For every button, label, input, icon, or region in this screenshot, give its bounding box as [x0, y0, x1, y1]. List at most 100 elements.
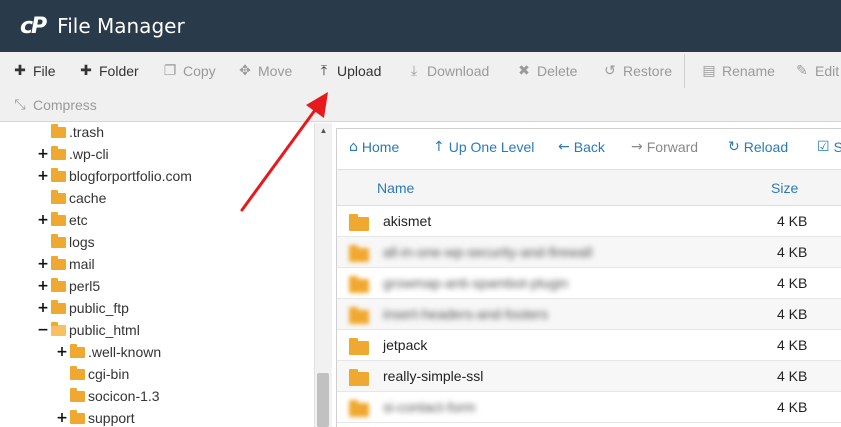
toolbar-separator: [684, 54, 685, 88]
file-size: 4 KB: [777, 306, 808, 322]
collapse-icon[interactable]: −: [37, 322, 49, 338]
delete-button[interactable]: ✖ Delete: [516, 54, 577, 88]
upload-button[interactable]: ⤒ Upload: [316, 54, 381, 88]
compress-icon: ⤡: [14, 97, 26, 113]
expand-icon[interactable]: +: [56, 410, 68, 426]
table-row[interactable]: growmap-anti-spambot-plugin 4 KB: [337, 268, 841, 299]
file-icon: ▤: [702, 63, 716, 79]
expand-icon[interactable]: +: [37, 212, 49, 228]
pencil-icon: ✎: [796, 63, 808, 79]
file-size: 4 KB: [777, 368, 808, 384]
edit-button[interactable]: ✎ Edit: [794, 54, 839, 88]
folder-icon: [349, 369, 369, 386]
tree-item-socicon[interactable]: socicon-1.3: [56, 385, 160, 407]
tree-item-perl5[interactable]: + perl5: [37, 275, 100, 297]
folder-icon: [349, 214, 369, 231]
name-column-header[interactable]: Name: [377, 170, 414, 206]
scroll-thumb[interactable]: [317, 373, 329, 427]
rename-button[interactable]: ▤ Rename: [701, 54, 775, 88]
copy-button[interactable]: ❐ Copy: [162, 54, 216, 88]
file-name: akismet: [383, 213, 432, 229]
tree-item-label: .trash: [69, 124, 105, 140]
reload-button[interactable]: ↻ Reload: [728, 129, 788, 165]
table-row[interactable]: si-contact-form 4 KB: [337, 392, 841, 423]
new-file-button[interactable]: ✚ File: [12, 54, 55, 88]
tree-item-etc[interactable]: + etc: [37, 209, 88, 231]
expand-icon[interactable]: +: [37, 146, 49, 162]
table-header: Name Size: [337, 170, 841, 206]
tree-item-well-known[interactable]: + .well-known: [56, 341, 161, 363]
forward-button[interactable]: → Forward: [631, 129, 698, 165]
tree-item-label: support: [88, 410, 135, 426]
folder-icon: [70, 387, 85, 402]
tree-item-cgi-bin[interactable]: cgi-bin: [56, 363, 129, 385]
plus-icon: ✚: [80, 63, 92, 79]
expand-icon[interactable]: +: [37, 300, 49, 316]
restore-button[interactable]: ↺ Restore: [602, 54, 672, 88]
folder-icon: [70, 409, 85, 424]
tree-item-public-html[interactable]: − public_html: [37, 319, 140, 341]
undo-icon: ↺: [604, 63, 616, 79]
download-button[interactable]: ⤓ Download: [406, 54, 489, 88]
folder-icon: [51, 277, 66, 292]
up-one-level-label: Up One Level: [448, 139, 535, 155]
copy-label: Copy: [183, 63, 216, 79]
back-button[interactable]: ← Back: [558, 129, 605, 165]
folder-icon: [349, 245, 369, 262]
folder-icon: [51, 211, 66, 226]
app-title: File Manager: [57, 14, 185, 38]
table-row[interactable]: akismet 4 KB: [337, 206, 841, 237]
tree-item-logs[interactable]: logs: [37, 231, 95, 253]
tree-item-blogforportfolio[interactable]: + blogforportfolio.com: [37, 165, 192, 187]
new-folder-button[interactable]: ✚ Folder: [78, 54, 139, 88]
tree-item-trash[interactable]: .trash: [37, 123, 104, 143]
tree-item-wp-cli[interactable]: + .wp-cli: [37, 143, 109, 165]
edit-label: Edit: [815, 63, 840, 79]
tree-item-label: cache: [69, 190, 107, 206]
file-size: 4 KB: [777, 337, 808, 353]
toolbar: ✚ File ✚ Folder ❐ Copy ✥ Move ⤒ Upload ⤓…: [0, 52, 841, 122]
tree-item-support[interactable]: + support: [56, 407, 135, 427]
folder-icon: [349, 307, 369, 324]
compress-button[interactable]: ⤡ Compress: [12, 88, 97, 122]
expand-icon[interactable]: +: [37, 278, 49, 294]
select-all-button[interactable]: ☑ S: [817, 129, 841, 165]
move-icon: ✥: [239, 63, 251, 79]
table-row[interactable]: jetpack 4 KB: [337, 330, 841, 361]
folder-icon: [51, 299, 66, 314]
home-button[interactable]: ⌂ Home: [349, 129, 399, 165]
nav-bar: ⌂ Home ↑ Up One Level ← Back → Forward ↻…: [337, 129, 841, 165]
download-icon: ⤓: [410, 63, 418, 79]
cpanel-logo[interactable]: cP: [20, 14, 47, 39]
table-row[interactable]: insert-headers-and-footers 4 KB: [337, 299, 841, 330]
up-one-level-button[interactable]: ↑ Up One Level: [433, 129, 534, 165]
home-icon: ⌂: [349, 139, 358, 155]
tree-item-label: cgi-bin: [88, 366, 130, 382]
tree-item-mail[interactable]: + mail: [37, 253, 95, 275]
open-folder-icon: [51, 321, 66, 336]
arrow-head: [306, 92, 328, 118]
folder-icon: [349, 338, 369, 355]
reload-icon: ↻: [728, 139, 740, 155]
tree-item-cache[interactable]: cache: [37, 187, 106, 209]
compress-label: Compress: [33, 97, 97, 113]
table-row[interactable]: really-simple-ssl 4 KB: [337, 361, 841, 392]
table-row[interactable]: all-in-one-wp-security-and-firewall 4 KB: [337, 237, 841, 268]
file-size: 4 KB: [777, 244, 808, 260]
tree-item-public-ftp[interactable]: + public_ftp: [37, 297, 129, 319]
file-size: 4 KB: [777, 399, 808, 415]
upload-label: Upload: [337, 63, 382, 79]
checkbox-icon: ☑: [817, 139, 830, 155]
expand-icon[interactable]: +: [37, 168, 49, 184]
expand-icon[interactable]: +: [56, 344, 68, 360]
tree-item-label: public_ftp: [69, 300, 129, 316]
move-label: Move: [258, 63, 293, 79]
folder-icon: [349, 400, 369, 417]
folder-icon: [51, 145, 66, 160]
move-button[interactable]: ✥ Move: [237, 54, 292, 88]
file-manager-app: cP File Manager ✚ File ✚ Folder ❐ Copy ✥…: [0, 0, 841, 427]
size-column-header[interactable]: Size: [771, 170, 798, 206]
file-size: 4 KB: [777, 213, 808, 229]
tree-item-label: blogforportfolio.com: [69, 168, 192, 184]
expand-icon[interactable]: +: [37, 256, 49, 272]
